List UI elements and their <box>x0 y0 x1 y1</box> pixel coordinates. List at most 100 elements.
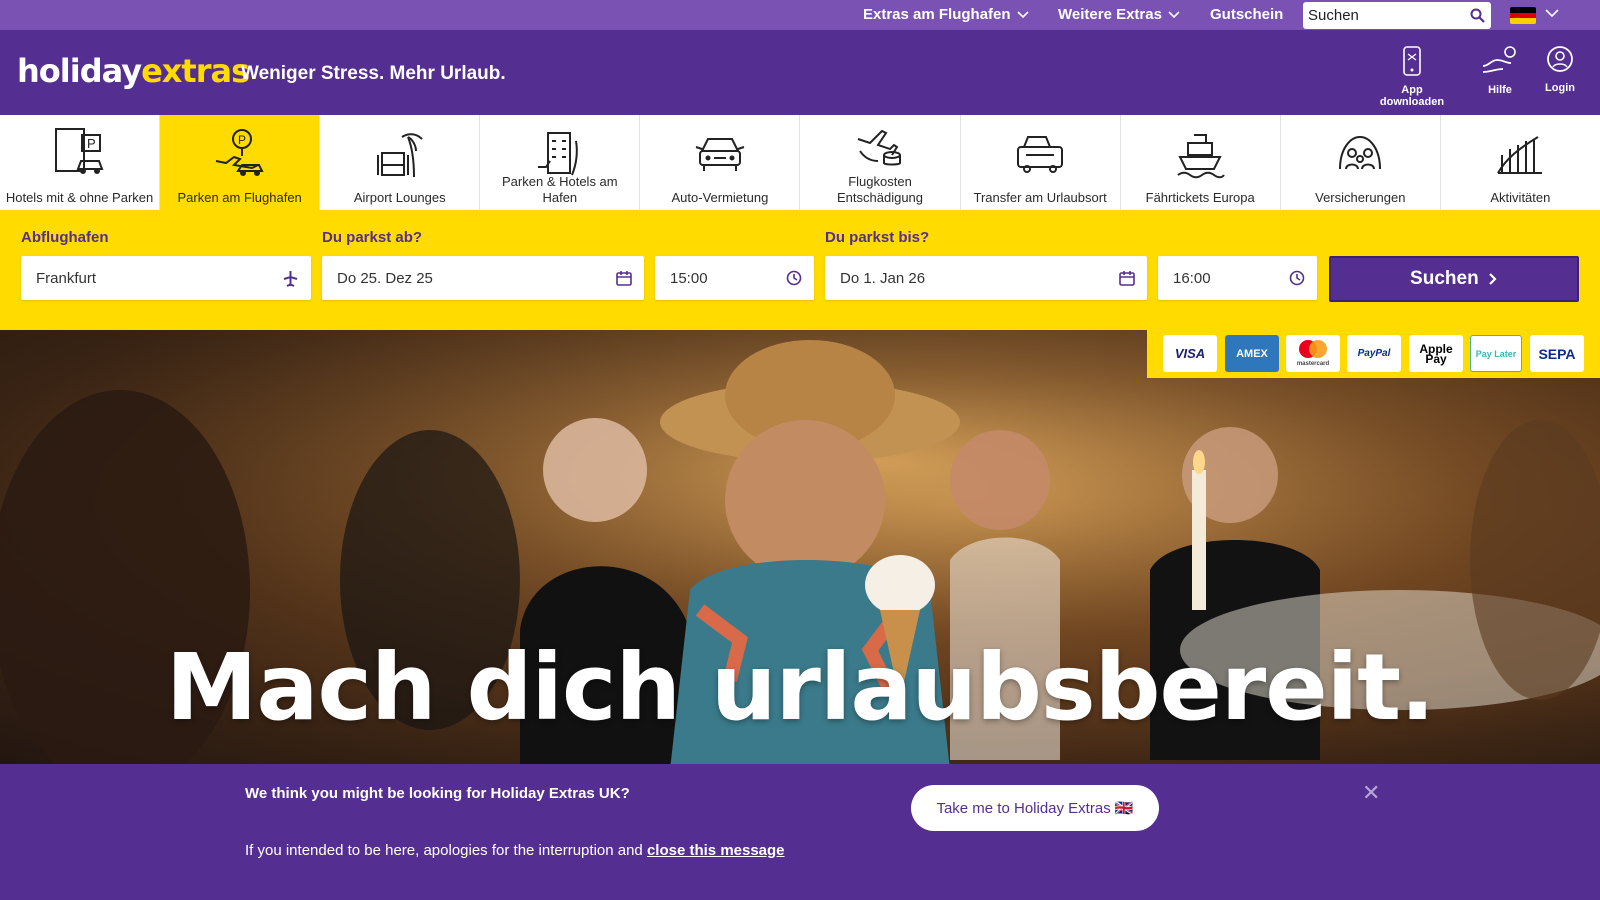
to-date-field <box>825 256 1147 300</box>
flight-compensation-icon <box>857 129 902 166</box>
tab-insurance[interactable]: Versicherungen <box>1281 115 1441 210</box>
tab-label: Aktivitäten <box>1490 190 1551 205</box>
search-input[interactable] <box>1303 2 1463 29</box>
utility-bar: Extras am Flughafen Weitere Extras Gutsc… <box>0 0 1600 30</box>
german-flag-icon[interactable] <box>1510 7 1536 24</box>
tab-label: Transfer am Urlaubsort <box>973 190 1107 205</box>
logo-part-extras: extras <box>141 52 250 90</box>
from-field-label: Du parkst ab? <box>322 229 423 246</box>
help-button[interactable]: Hilfe <box>1476 44 1524 96</box>
tagline: Weniger Stress. Mehr Urlaub. <box>241 63 506 84</box>
activities-icon <box>1497 136 1543 174</box>
close-icon[interactable]: ✕ <box>1362 780 1380 806</box>
visa-badge: VISA <box>1163 335 1217 372</box>
lounge-icon <box>376 133 423 178</box>
main-header: holidayextras Weniger Stress. Mehr Urlau… <box>0 30 1600 115</box>
tab-car-rental[interactable]: Auto-Vermietung <box>640 115 801 210</box>
mastercard-logo-icon <box>1299 339 1327 358</box>
sepa-badge: SEPA <box>1530 335 1584 372</box>
phone-icon <box>1403 46 1421 76</box>
amex-badge: AMEX <box>1225 335 1279 372</box>
tab-label: Fährtickets Europa <box>1145 190 1255 205</box>
clock-icon[interactable] <box>1289 270 1305 286</box>
from-time-field <box>655 256 814 300</box>
airplane-icon <box>283 271 298 287</box>
clock-icon[interactable] <box>786 270 802 286</box>
mastercard-badge: mastercard <box>1286 335 1340 372</box>
holiday-extras-logo[interactable]: holidayextras <box>17 52 250 90</box>
airport-field-label: Abflughafen <box>21 229 109 246</box>
chevron-down-icon <box>1168 11 1180 19</box>
user-icon <box>1547 46 1573 72</box>
voucher-link[interactable]: Gutschein <box>1210 6 1283 23</box>
close-message-link[interactable]: close this message <box>647 842 785 859</box>
to-field-label: Du parkst bis? <box>825 229 930 246</box>
tab-hotels-parking[interactable]: P Hotels mit & ohne Parken <box>0 115 161 210</box>
tab-label: Hotels mit & ohne Parken <box>5 190 154 205</box>
app-download-button[interactable]: App downloaden <box>1368 44 1456 108</box>
tab-label: Auto-Vermietung <box>671 190 769 205</box>
more-extras-menu[interactable]: Weitere Extras <box>1058 6 1180 23</box>
tab-label: Parken & Hotels am Hafen <box>502 174 618 205</box>
chevron-down-icon[interactable] <box>1545 9 1559 18</box>
insurance-people-icon <box>1339 135 1382 170</box>
to-time-field <box>1158 256 1317 300</box>
logo-part-holiday: holiday <box>17 52 142 90</box>
site-search <box>1303 2 1491 29</box>
mastercard-label: mastercard <box>1296 360 1330 367</box>
transfer-bus-icon <box>1017 136 1064 173</box>
from-date-input[interactable] <box>322 256 580 300</box>
car-rental-icon <box>695 138 745 171</box>
apple-pay-badge: Apple Pay <box>1409 335 1463 372</box>
airport-parking-icon: P <box>215 129 264 176</box>
tab-label: Flugkosten Entschädigung <box>837 174 924 205</box>
calendar-icon[interactable] <box>616 270 632 286</box>
search-button[interactable]: Suchen <box>1329 256 1579 302</box>
tab-port-hotels[interactable]: Parken & Hotels am Hafen <box>480 115 641 210</box>
tab-transfer[interactable]: Transfer am Urlaubsort <box>961 115 1121 210</box>
chevron-right-icon <box>1489 273 1497 285</box>
app-download-label: App downloaden <box>1379 84 1445 108</box>
hotel-parking-icon: P <box>54 128 103 174</box>
tab-airport-lounges[interactable]: Airport Lounges <box>320 115 481 210</box>
tab-label: Versicherungen <box>1315 190 1406 205</box>
tab-activities[interactable]: Aktivitäten <box>1441 115 1600 210</box>
svg-text:P: P <box>238 133 246 147</box>
hero-headline: Mach dich urlaubsbereit. <box>165 634 1435 741</box>
more-extras-label: Weitere Extras <box>1058 6 1162 23</box>
to-date-input[interactable] <box>825 256 1083 300</box>
banner-title: We think you might be looking for Holida… <box>245 785 630 802</box>
chevron-down-icon <box>1017 11 1029 19</box>
tab-flight-compensation[interactable]: Flugkosten Entschädigung <box>800 115 961 210</box>
product-tabs: P Hotels mit & ohne Parken P Parken am F… <box>0 115 1600 210</box>
search-panel: Abflughafen Du parkst ab? Du parkst bis?… <box>0 210 1600 330</box>
calendar-icon[interactable] <box>1119 270 1135 286</box>
extras-airport-menu[interactable]: Extras am Flughafen <box>863 6 1029 23</box>
paypal-badge: PayPal <box>1347 335 1401 372</box>
tab-airport-parking[interactable]: P Parken am Flughafen <box>160 115 321 210</box>
help-hand-icon <box>1482 46 1516 73</box>
search-button-label: Suchen <box>1410 268 1479 289</box>
tab-label: Parken am Flughafen <box>177 190 302 205</box>
from-time-input[interactable] <box>655 256 783 300</box>
banner-text-body: If you intended to be here, apologies fo… <box>245 842 643 859</box>
tab-ferry[interactable]: Fährtickets Europa <box>1121 115 1281 210</box>
banner-text: If you intended to be here, apologies fo… <box>245 842 785 859</box>
tab-label: Airport Lounges <box>353 190 446 205</box>
login-label: Login <box>1545 82 1575 94</box>
ferry-icon <box>1177 134 1226 179</box>
login-button[interactable]: Login <box>1538 44 1582 94</box>
payment-methods-strip: VISA AMEX mastercard PayPal Apple Pay Pa… <box>1147 330 1600 378</box>
redirect-uk-button[interactable]: Take me to Holiday Extras 🇬🇧 <box>911 785 1159 831</box>
airport-field <box>21 256 311 300</box>
region-redirect-banner: We think you might be looking for Holida… <box>0 764 1600 900</box>
pay-later-badge: Pay Later <box>1470 335 1522 372</box>
svg-text:P: P <box>87 136 96 151</box>
from-date-field <box>322 256 644 300</box>
port-hotel-icon <box>537 132 578 176</box>
airport-input[interactable] <box>21 256 253 300</box>
to-time-input[interactable] <box>1158 256 1286 300</box>
search-icon[interactable] <box>1470 8 1485 23</box>
extras-airport-label: Extras am Flughafen <box>863 6 1011 23</box>
help-label: Hilfe <box>1488 84 1512 96</box>
